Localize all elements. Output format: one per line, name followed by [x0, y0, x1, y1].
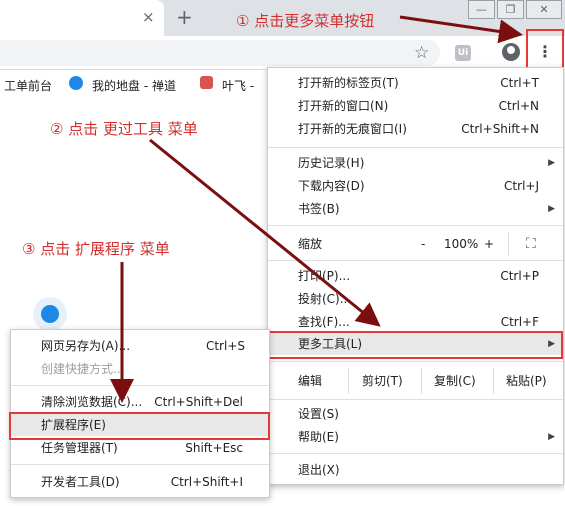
- arrow-step1: [399, 15, 523, 44]
- arrow-step2: [149, 138, 381, 327]
- annotation-arrows: [110, 15, 523, 403]
